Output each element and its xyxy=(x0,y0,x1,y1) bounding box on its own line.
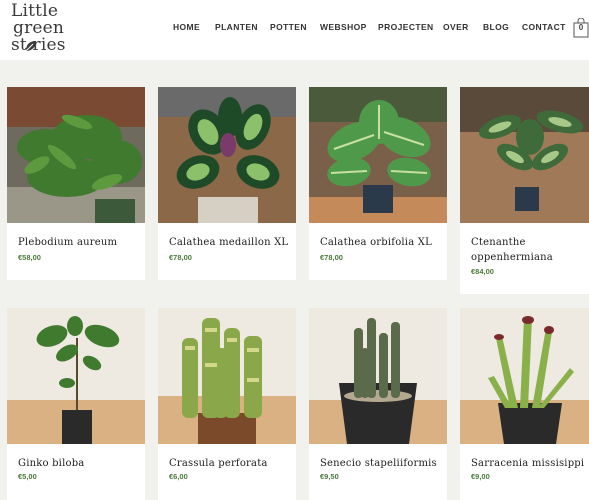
nav-potten[interactable]: POTTEN xyxy=(270,22,307,32)
nav-home[interactable]: HOME xyxy=(173,22,200,32)
product-price: €6,00 xyxy=(169,472,188,481)
cart-count: 0 xyxy=(578,23,584,32)
product-name[interactable]: Senecio stapeliiformis xyxy=(320,456,444,471)
product-card[interactable]: Calathea orbifolia XL €78,00 xyxy=(309,87,447,280)
product-card[interactable]: Plebodium aureum €58,00 xyxy=(7,87,145,280)
nav-planten[interactable]: PLANTEN xyxy=(215,22,258,32)
product-name[interactable]: Ginko biloba xyxy=(18,456,142,471)
product-card[interactable]: Ctenanthe oppenhermiana €84,00 xyxy=(460,87,589,294)
nav-contact[interactable]: CONTACT xyxy=(522,22,566,32)
logo-line-3: st ries xyxy=(11,35,66,55)
product-image[interactable] xyxy=(309,308,447,444)
cart-button[interactable]: 0 xyxy=(573,18,589,38)
product-card[interactable]: Sarracenia missisippi €9,00 xyxy=(460,308,589,500)
product-card[interactable]: Calathea medaillon XL €78,00 xyxy=(158,87,296,280)
nav-projecten[interactable]: PROJECTEN xyxy=(378,22,434,32)
product-name[interactable]: Calathea orbifolia XL xyxy=(320,235,444,250)
product-price: €78,00 xyxy=(320,253,343,262)
site-header: Little green st ries HOME PLANTEN POTTEN… xyxy=(0,0,589,60)
product-card[interactable]: Senecio stapeliiformis €9,50 xyxy=(309,308,447,500)
product-price: €9,00 xyxy=(471,472,490,481)
product-name[interactable]: Plebodium aureum xyxy=(18,235,142,250)
product-price: €84,00 xyxy=(471,267,494,276)
nav-blog[interactable]: BLOG xyxy=(483,22,509,32)
product-image[interactable] xyxy=(460,87,589,223)
product-card[interactable]: Crassula perforata €6,00 xyxy=(158,308,296,500)
product-image[interactable] xyxy=(309,87,447,223)
leaf-icon xyxy=(25,41,36,52)
product-name[interactable]: Crassula perforata xyxy=(169,456,293,471)
product-image[interactable] xyxy=(460,308,589,444)
product-image[interactable] xyxy=(158,87,296,223)
product-name[interactable]: Ctenanthe oppenhermiana xyxy=(471,235,589,265)
nav-over[interactable]: OVER xyxy=(443,22,469,32)
product-image[interactable] xyxy=(158,308,296,444)
product-price: €9,50 xyxy=(320,472,339,481)
product-price: €78,00 xyxy=(169,253,192,262)
nav-webshop[interactable]: WEBSHOP xyxy=(320,22,367,32)
product-image[interactable] xyxy=(7,87,145,223)
product-image[interactable] xyxy=(7,308,145,444)
site-logo[interactable]: Little green st ries xyxy=(9,3,89,57)
product-price: €58,00 xyxy=(18,253,41,262)
product-card[interactable]: Ginko biloba €5,00 xyxy=(7,308,145,500)
product-name[interactable]: Sarracenia missisippi xyxy=(471,456,589,471)
product-name[interactable]: Calathea medaillon XL xyxy=(169,235,293,250)
product-price: €5,00 xyxy=(18,472,37,481)
